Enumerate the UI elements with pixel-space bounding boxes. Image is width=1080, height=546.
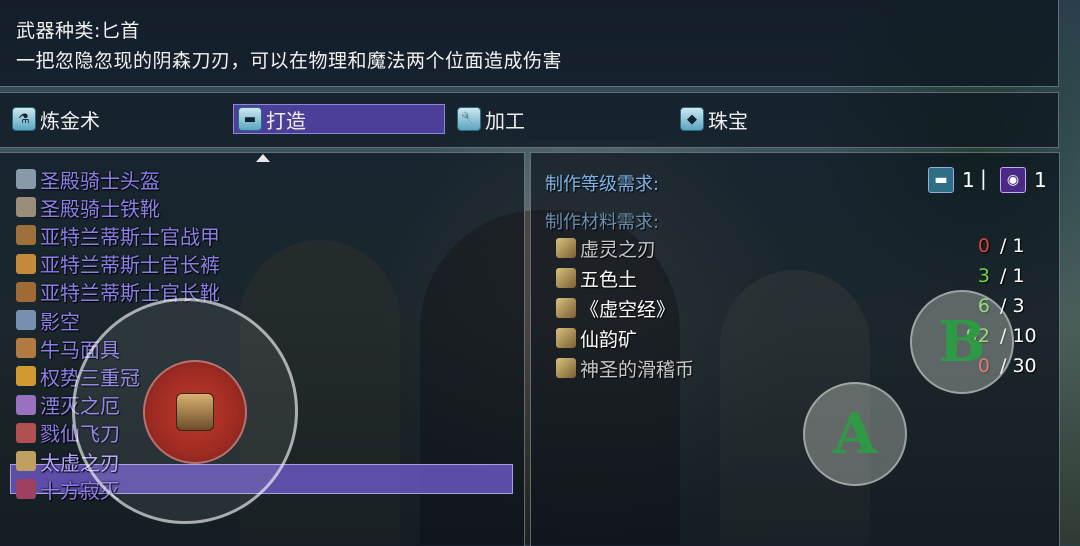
dagger-icon bbox=[16, 479, 36, 500]
dagger-icon bbox=[16, 451, 36, 471]
recipe-item-label: 亚特兰蒂斯士官长裤 bbox=[40, 253, 220, 278]
tab-processing[interactable]: 🔧 加工 bbox=[457, 104, 525, 134]
recipe-item-label: 亚特兰蒂斯士官战甲 bbox=[40, 224, 220, 249]
material-row: 五色土 bbox=[556, 265, 637, 291]
anvil-icon: ▬ bbox=[928, 167, 954, 193]
item-description-panel bbox=[0, 0, 1059, 87]
soil-icon bbox=[556, 268, 576, 288]
material-count: 3 / 1 bbox=[940, 265, 1040, 291]
level-separator: | bbox=[980, 166, 987, 190]
crafting-tabs-bar bbox=[0, 92, 1059, 148]
recipe-list-item[interactable]: 影空 bbox=[16, 307, 80, 334]
spellbook-icon: ◉ bbox=[1000, 167, 1026, 193]
material-count: 0 / 1 bbox=[940, 235, 1040, 261]
b-button[interactable]: B bbox=[910, 290, 1014, 394]
wrench-icon: 🔧 bbox=[457, 107, 481, 131]
dagger-icon bbox=[16, 422, 36, 443]
material-have-count: 0 bbox=[977, 235, 990, 257]
scroll-up-arrow-icon[interactable] bbox=[256, 154, 270, 162]
recipe-list-item[interactable]: 圣殿骑士头盔 bbox=[16, 166, 160, 193]
tab-alchemy-label: 炼金术 bbox=[40, 108, 100, 133]
recipe-list-item[interactable]: 亚特兰蒂斯士官战甲 bbox=[16, 222, 220, 249]
recipe-item-label: 圣殿骑士铁靴 bbox=[40, 196, 160, 221]
material-name: 虚灵之刃 bbox=[580, 238, 657, 261]
material-requirement-title: 制作材料需求: bbox=[545, 212, 660, 233]
scroll-book-icon bbox=[556, 298, 576, 318]
material-have-count: 3 bbox=[977, 265, 990, 287]
recipe-item-label: 圣殿骑士头盔 bbox=[40, 168, 160, 193]
material-row: 虚灵之刃 bbox=[556, 235, 656, 261]
anvil-icon: ▬ bbox=[238, 107, 262, 131]
tab-jewelry-label: 珠宝 bbox=[708, 108, 748, 133]
material-name: 神圣的滑稽币 bbox=[580, 358, 695, 381]
weapon-type-label: 武器种类:匕首 bbox=[16, 20, 140, 42]
coin-icon bbox=[556, 358, 576, 378]
material-row: 仙韵矿 bbox=[556, 325, 637, 351]
recipe-item-label: 影空 bbox=[40, 309, 80, 334]
magic-level-requirement: ◉ 1 bbox=[1000, 166, 1047, 194]
ore-icon bbox=[556, 328, 576, 348]
tab-processing-label: 加工 bbox=[485, 108, 525, 133]
tab-jewelry[interactable]: ◆ 珠宝 bbox=[680, 104, 748, 134]
material-need-count: / 1 bbox=[1000, 265, 1025, 287]
joystick-knob[interactable] bbox=[143, 360, 247, 464]
pants-icon bbox=[16, 253, 36, 274]
tab-forge[interactable]: ▬ 打造 bbox=[233, 104, 445, 134]
dagger-icon bbox=[556, 238, 576, 258]
recipe-list-item[interactable]: 亚特兰蒂斯士官长裤 bbox=[16, 251, 220, 277]
character-avatar bbox=[176, 393, 214, 431]
item-description-text: 一把忽隐忽现的阴森刀刃，可以在物理和魔法两个位面造成伤害 bbox=[16, 50, 563, 72]
tab-forge-label: 打造 bbox=[266, 108, 306, 133]
forge-level-value: 1 bbox=[962, 168, 975, 192]
level-requirement-title: 制作等级需求: bbox=[545, 174, 660, 195]
material-row: 《虚空经》 bbox=[556, 295, 675, 321]
dagger-icon bbox=[16, 310, 36, 330]
boots-icon bbox=[16, 281, 36, 302]
recipe-list-item[interactable]: 圣殿骑士铁靴 bbox=[16, 194, 160, 221]
material-name: 《虚空经》 bbox=[580, 298, 676, 321]
material-need-count: / 1 bbox=[1000, 235, 1025, 257]
crown-icon bbox=[16, 366, 36, 387]
tab-alchemy[interactable]: ⚗ 炼金术 bbox=[12, 104, 100, 134]
jewel-icon: ◆ bbox=[680, 107, 704, 131]
magic-level-value: 1 bbox=[1034, 168, 1047, 192]
mask-icon bbox=[16, 338, 36, 359]
armor-icon bbox=[16, 225, 36, 246]
forge-level-requirement: ▬ 1 bbox=[928, 166, 975, 194]
boots-icon bbox=[16, 197, 36, 218]
alchemy-flask-icon: ⚗ bbox=[12, 107, 36, 131]
dagger-icon bbox=[16, 394, 36, 415]
material-name: 仙韵矿 bbox=[580, 328, 638, 351]
helmet-icon bbox=[16, 169, 36, 189]
a-button[interactable]: A bbox=[803, 382, 907, 486]
material-name: 五色土 bbox=[580, 268, 638, 291]
material-row: 神圣的滑稽币 bbox=[556, 355, 694, 381]
